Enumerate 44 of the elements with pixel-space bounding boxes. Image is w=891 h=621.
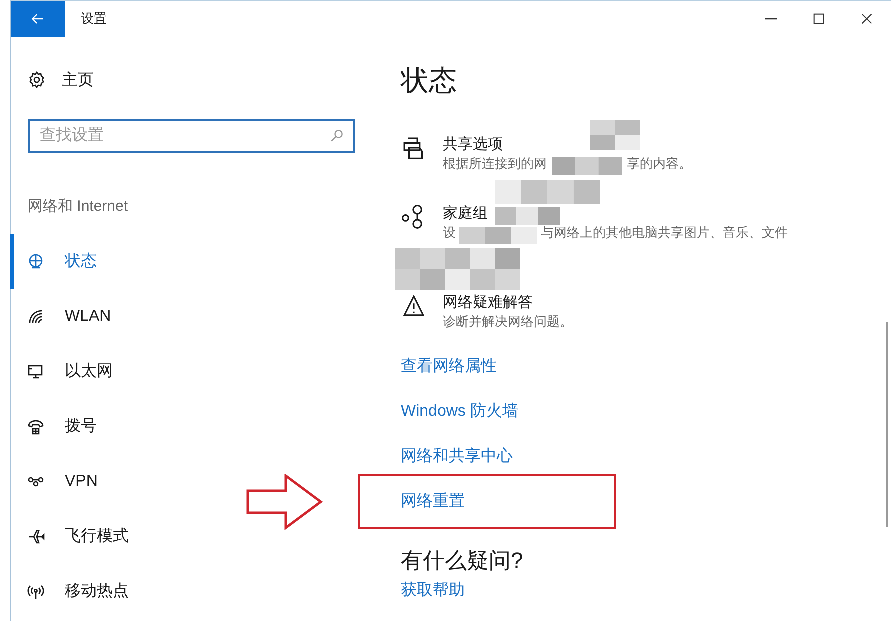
sidebar-item[interactable]: 状态: [10, 234, 391, 289]
settings-link[interactable]: Windows 防火墙: [401, 401, 518, 422]
sidebar-item[interactable]: 以太网: [10, 344, 391, 399]
back-button[interactable]: [11, 1, 65, 37]
scrollbar[interactable]: [886, 322, 888, 527]
window-title: 设置: [81, 10, 107, 28]
option-title[interactable]: 网络疑难解答: [443, 293, 573, 313]
sidebar-item[interactable]: 拨号: [10, 399, 391, 454]
mosaic-patch: [590, 120, 640, 150]
mosaic-patch: [552, 157, 622, 175]
warning-icon: [401, 293, 427, 319]
settings-link[interactable]: 查看网络属性: [401, 356, 497, 377]
settings-link[interactable]: 网络重置: [401, 491, 465, 512]
airplane-icon: [27, 528, 45, 546]
settings-icon: [28, 71, 46, 89]
close-icon: [860, 12, 874, 26]
sidebar-item[interactable]: WLAN: [10, 289, 391, 344]
minimize-icon: [765, 18, 777, 20]
hotspot-icon: [27, 582, 45, 600]
page-title: 状态: [401, 64, 458, 98]
back-arrow-icon: [30, 11, 46, 27]
section-label: 网络和 Internet: [28, 197, 130, 216]
maximize-icon: [812, 12, 826, 26]
option-description: 设: [443, 224, 456, 242]
sidebar-item[interactable]: 移动热点: [10, 564, 391, 619]
sidebar-item[interactable]: VPN: [10, 454, 391, 509]
monitor-icon: [27, 362, 45, 380]
search-field[interactable]: 查找设置: [28, 119, 355, 153]
home-nav-item[interactable]: 主页: [28, 67, 391, 93]
help-link[interactable]: 获取帮助: [401, 580, 465, 601]
phone-icon: [27, 418, 45, 436]
help-heading: 有什么疑问?: [401, 547, 524, 575]
option-description: 诊断并解决网络问题。: [443, 313, 573, 331]
sidebar-item[interactable]: 飞行模式: [10, 509, 391, 564]
mosaic-patch: [495, 207, 560, 225]
option-title[interactable]: 共享选项: [443, 135, 692, 155]
option-description: 与网络上的其他电脑共享图片、音乐、文件: [541, 224, 788, 242]
option-title[interactable]: 家庭组: [443, 204, 788, 224]
wifi-icon: [27, 308, 45, 326]
option-description: 根据所连接到的网: [443, 155, 547, 173]
option-description: 享的内容。: [627, 155, 692, 173]
settings-link[interactable]: 网络和共享中心: [401, 446, 513, 467]
search-icon: [329, 128, 345, 144]
globe-icon: [27, 252, 45, 270]
